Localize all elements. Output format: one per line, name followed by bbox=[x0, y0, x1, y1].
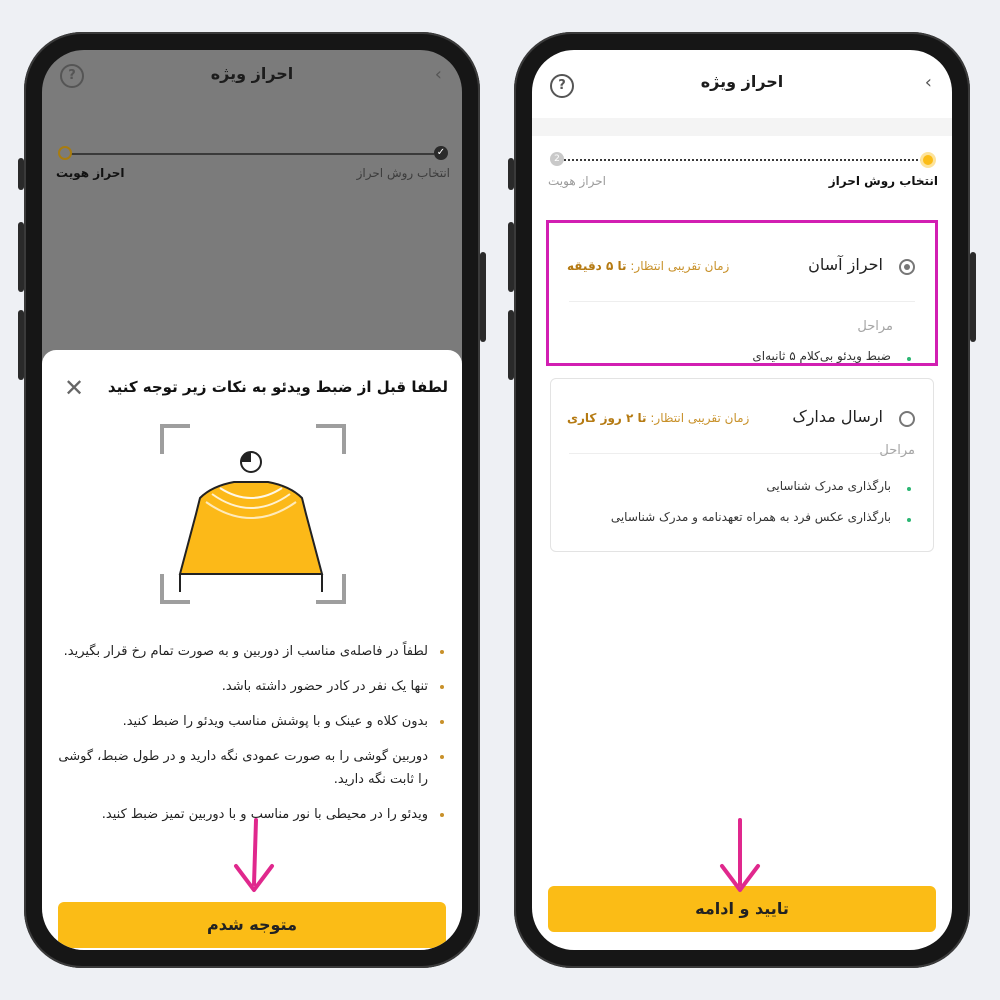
step-label-identity: احراز هویت bbox=[56, 166, 125, 180]
right-screen: احراز ویژه › ? 2 انتخاب روش احراز احراز … bbox=[532, 50, 952, 950]
arrow-down-icon bbox=[720, 818, 760, 892]
side-button bbox=[508, 158, 514, 190]
stepper-current-dot bbox=[58, 146, 72, 160]
wait-time: زمان تقریبی انتظار: تا ۲ روز کاری bbox=[567, 411, 749, 425]
page-title: احراز ویژه bbox=[210, 64, 294, 83]
step-number-badge: 2 bbox=[550, 152, 564, 166]
got-it-button[interactable]: متوجه شدم bbox=[58, 902, 446, 948]
divider bbox=[569, 453, 915, 454]
app-header: احراز ویژه › ? bbox=[42, 50, 462, 130]
option-title: ارسال مدارک bbox=[792, 407, 883, 426]
wait-value: تا ۲ روز کاری bbox=[567, 411, 647, 425]
chevron-right-icon[interactable]: › bbox=[435, 64, 442, 85]
page-title: احراز ویژه bbox=[700, 72, 784, 91]
list-item: بارگذاری مدرک شناسایی bbox=[611, 479, 912, 493]
left-screen: احراز ویژه › ? ✓ انتخاب روش احراز احراز … bbox=[42, 50, 462, 950]
arrow-down-icon bbox=[234, 818, 274, 892]
stepper-line bbox=[564, 159, 926, 161]
side-button bbox=[18, 158, 24, 190]
side-button bbox=[508, 222, 514, 292]
stages-label: مراحل bbox=[879, 443, 915, 458]
side-button bbox=[970, 252, 976, 342]
close-icon[interactable]: ✕ bbox=[64, 374, 84, 402]
side-button bbox=[18, 222, 24, 292]
stages-list: بارگذاری مدرک شناسایی بارگذاری عکس فرد ب… bbox=[611, 479, 912, 541]
list-item: لطفاً در فاصله‌ی مناسب از دوربین و به صو… bbox=[58, 640, 446, 663]
wait-label: زمان تقریبی انتظار: bbox=[650, 411, 750, 425]
sheet-title: لطفا قبل از ضبط ویدئو به نکات زیر توجه ک… bbox=[107, 378, 448, 396]
help-circle-icon[interactable]: ? bbox=[550, 74, 574, 98]
check-icon: ✓ bbox=[434, 146, 448, 160]
stepper-line bbox=[70, 153, 434, 155]
person-framing-illustration bbox=[160, 424, 346, 604]
stepper: 2 انتخاب روش احراز احراز هویت bbox=[532, 150, 952, 210]
list-item: تنها یک نفر در کادر حضور داشته باشد. bbox=[58, 675, 446, 698]
tips-list: لطفاً در فاصله‌ی مناسب از دوربین و به صو… bbox=[58, 640, 446, 838]
stepper: ✓ انتخاب روش احراز احراز هویت bbox=[42, 136, 462, 196]
help-circle-icon[interactable]: ? bbox=[60, 64, 84, 88]
side-button bbox=[480, 252, 486, 342]
side-button bbox=[18, 310, 24, 380]
right-phone-frame: احراز ویژه › ? 2 انتخاب روش احراز احراز … bbox=[508, 32, 976, 968]
side-button bbox=[508, 310, 514, 380]
step-label-method: انتخاب روش احراز bbox=[828, 174, 938, 188]
radio-button[interactable] bbox=[899, 411, 915, 427]
chevron-right-icon[interactable]: › bbox=[925, 72, 932, 93]
list-item: بدون کلاه و عینک و با پوشش مناسب ویدئو ر… bbox=[58, 710, 446, 733]
step-label-identity: احراز هویت bbox=[548, 174, 606, 188]
step-label-method: انتخاب روش احراز bbox=[356, 166, 450, 180]
list-item: دوربین گوشی را به صورت عمودی نگه دارید و… bbox=[58, 745, 446, 791]
header-divider bbox=[532, 118, 952, 136]
list-item: بارگذاری عکس فرد به همراه تعهدنامه و مدر… bbox=[611, 510, 912, 524]
left-phone-frame: احراز ویژه › ? ✓ انتخاب روش احراز احراز … bbox=[18, 32, 486, 968]
option-card-documents[interactable]: ارسال مدارک زمان تقریبی انتظار: تا ۲ روز… bbox=[550, 378, 934, 552]
stepper-current-dot bbox=[920, 152, 936, 168]
selection-highlight bbox=[546, 220, 938, 366]
